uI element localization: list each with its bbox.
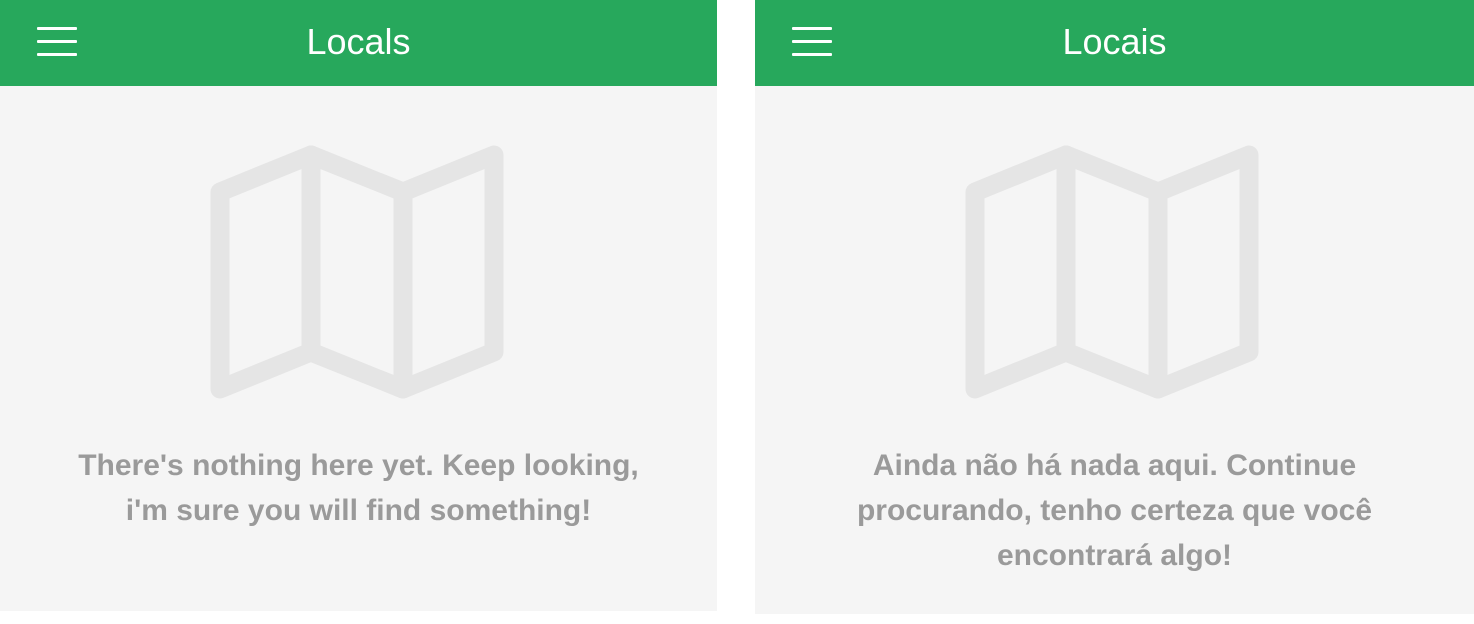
app-bar: Locais [755, 0, 1474, 86]
empty-state-message: Ainda não há nada aqui. Continue procura… [856, 449, 1373, 572]
folded-map-icon [210, 145, 504, 399]
page-title: Locals [306, 21, 411, 62]
folded-map-icon [965, 145, 1259, 399]
app-bar: Locals [0, 0, 717, 86]
locals-screen-portuguese: Locais Ainda não há nada aqui. Continue … [755, 0, 1474, 614]
empty-state-message: There's nothing here yet. Keep looking, … [78, 449, 639, 527]
page-title: Locais [1062, 21, 1167, 62]
locals-screen-english: Locals There's nothing here yet. Keep lo… [0, 0, 717, 611]
